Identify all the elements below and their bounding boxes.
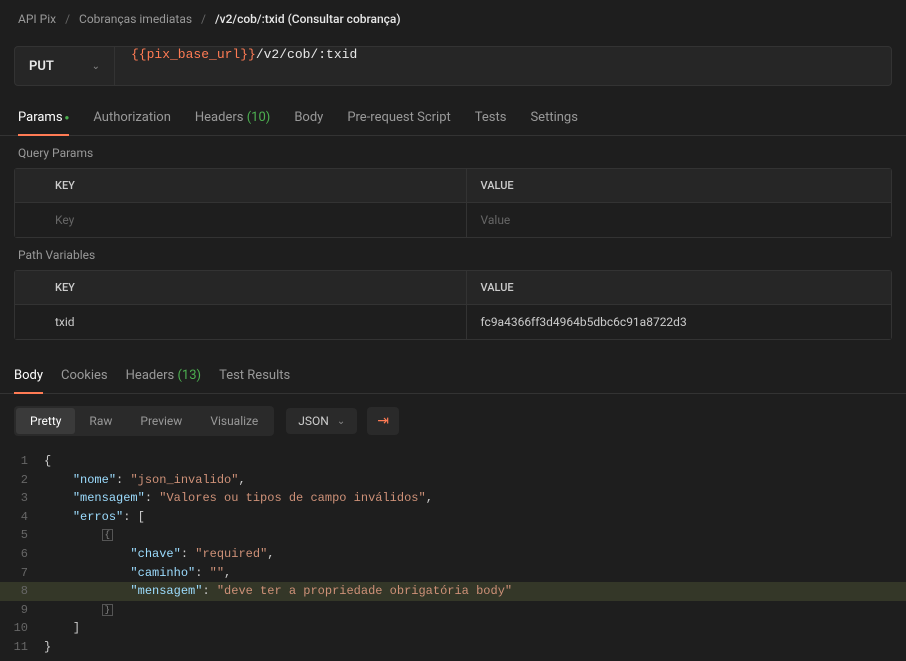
tab-tests[interactable]: Tests [475, 100, 507, 135]
breadcrumb-part[interactable]: Cobranças imediatas [79, 12, 192, 26]
format-select[interactable]: JSON ⌄ [286, 408, 357, 434]
tab-headers[interactable]: Headers (10) [195, 100, 270, 135]
response-tab-test-results[interactable]: Test Results [219, 358, 290, 393]
value-input[interactable]: Value [467, 203, 892, 237]
key-input[interactable]: Key [15, 203, 467, 237]
key-header: KEY [15, 169, 467, 202]
collapse-marker-icon[interactable]: } [102, 604, 113, 616]
chevron-down-icon: ⌄ [337, 416, 345, 427]
method-label: PUT [29, 59, 54, 74]
view-mode-pretty[interactable]: Pretty [16, 408, 75, 434]
code-line: 10 ] [0, 619, 906, 638]
code-line: 4 "erros": [ [0, 508, 906, 527]
url-input[interactable]: {{pix_base_url}}/v2/cob/:txid [115, 47, 891, 85]
path-variables-label: Path Variables [0, 238, 906, 270]
breadcrumb-part[interactable]: API Pix [18, 12, 56, 26]
value-header: VALUE [467, 271, 892, 304]
collapse-marker-icon[interactable]: { [102, 529, 113, 541]
response-section: Body Cookies Headers (13) Test Results P… [0, 358, 906, 661]
wrap-lines-button[interactable]: ⇥ [367, 407, 399, 435]
view-mode-preview[interactable]: Preview [126, 408, 196, 434]
request-tabs: Params● Authorization Headers (10) Body … [0, 100, 906, 136]
tab-prerequest[interactable]: Pre-request Script [347, 100, 450, 135]
response-toolbar: Pretty Raw Preview Visualize JSON ⌄ ⇥ [0, 394, 906, 448]
code-line: 9 } [0, 601, 906, 620]
table-row[interactable]: txid fc9a4366ff3d4964b5dbc6c91a8722d3 [15, 305, 891, 339]
tab-params[interactable]: Params● [18, 100, 69, 135]
view-mode-visualize[interactable]: Visualize [196, 408, 272, 434]
breadcrumb-separator: / [201, 12, 206, 26]
code-line: 2 "nome": "json_invalido", [0, 471, 906, 490]
wrap-icon: ⇥ [377, 413, 389, 429]
key-header: KEY [15, 271, 467, 304]
modified-dot-icon: ● [65, 113, 70, 122]
table-header-row: KEY VALUE [15, 271, 891, 305]
query-params-table: KEY VALUE Key Value [14, 168, 892, 238]
table-header-row: KEY VALUE [15, 169, 891, 203]
code-line: 6 "chave": "required", [0, 545, 906, 564]
breadcrumb-separator: / [65, 12, 70, 26]
path-variables-table: KEY VALUE txid fc9a4366ff3d4964b5dbc6c91… [14, 270, 892, 340]
code-line: 3 "mensagem": "Valores ou tipos de campo… [0, 489, 906, 508]
code-line: 1 { [0, 452, 906, 471]
breadcrumb: API Pix / Cobranças imediatas / /v2/cob/… [0, 0, 906, 38]
tab-settings[interactable]: Settings [530, 100, 577, 135]
tab-body[interactable]: Body [294, 100, 323, 135]
view-mode-raw[interactable]: Raw [75, 408, 126, 434]
response-tab-cookies[interactable]: Cookies [61, 358, 108, 393]
chevron-down-icon: ⌄ [92, 61, 100, 72]
value-header: VALUE [467, 169, 892, 202]
code-line: 5 { [0, 526, 906, 545]
response-body-viewer[interactable]: 1 { 2 "nome": "json_invalido", 3 "mensag… [0, 448, 906, 661]
url-variable: {{pix_base_url}} [131, 47, 256, 62]
query-params-label: Query Params [0, 136, 906, 168]
breadcrumb-current: /v2/cob/:txid (Consultar cobrança) [215, 12, 401, 26]
method-url-bar: PUT ⌄ {{pix_base_url}}/v2/cob/:txid [14, 46, 892, 86]
key-cell[interactable]: txid [15, 305, 467, 339]
response-tabs: Body Cookies Headers (13) Test Results [0, 358, 906, 394]
tab-authorization[interactable]: Authorization [93, 100, 171, 135]
value-cell[interactable]: fc9a4366ff3d4964b5dbc6c91a8722d3 [467, 305, 892, 339]
table-row[interactable]: Key Value [15, 203, 891, 237]
code-line-highlighted: 8 "mensagem": "deve ter a propriedade ob… [0, 582, 906, 601]
method-selector[interactable]: PUT ⌄ [15, 47, 115, 85]
response-tab-body[interactable]: Body [14, 358, 43, 393]
url-path: /v2/cob/:txid [256, 47, 357, 62]
view-modes: Pretty Raw Preview Visualize [14, 406, 274, 436]
code-line: 7 "caminho": "", [0, 564, 906, 583]
response-tab-headers[interactable]: Headers (13) [126, 358, 201, 393]
